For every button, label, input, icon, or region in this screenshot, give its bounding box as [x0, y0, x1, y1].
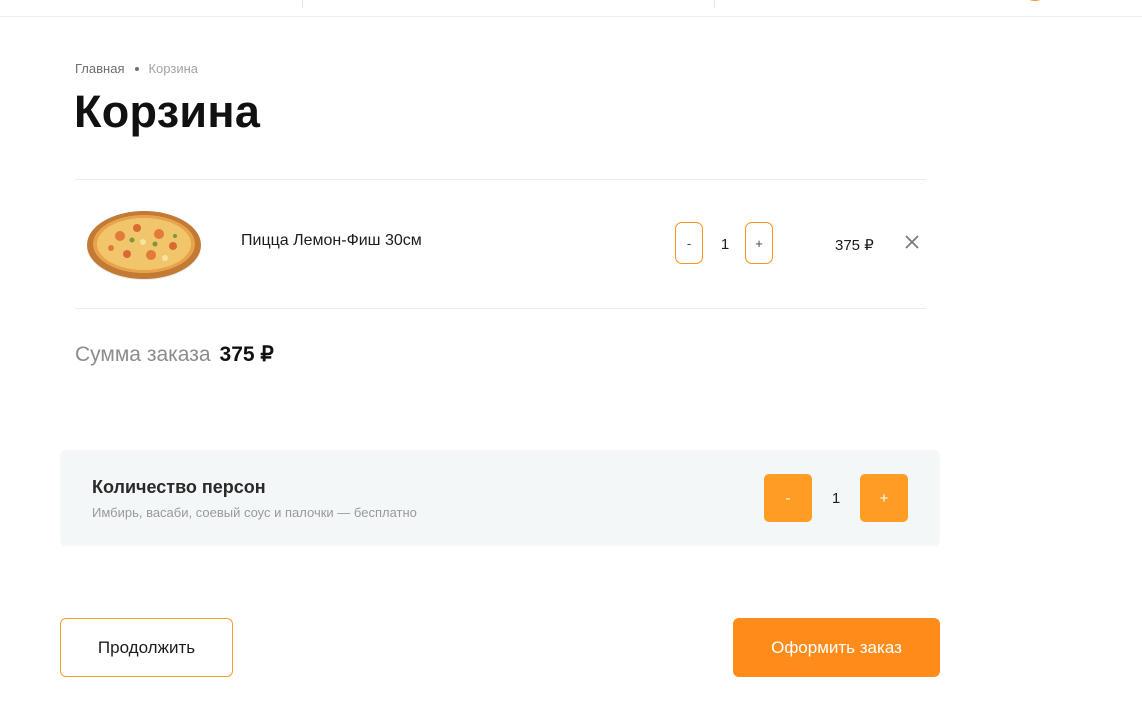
item-quantity: 1 — [720, 235, 730, 253]
breadcrumb-home-link[interactable]: Главная — [75, 61, 124, 76]
nav-divider — [714, 0, 715, 8]
persons-panel: Количество персон Имбирь, васаби, соевый… — [60, 450, 940, 546]
decrease-persons-button[interactable]: - — [764, 474, 812, 522]
decrease-quantity-button[interactable]: - — [675, 222, 703, 264]
pizza-image — [87, 211, 201, 280]
cart-item: Пицца Лемон-Фиш 30см - 1 + 375 ₽ — [75, 180, 926, 308]
breadcrumb: Главная Корзина — [75, 61, 198, 76]
nav-divider — [302, 0, 303, 8]
place-order-button[interactable]: Оформить заказ — [733, 618, 940, 677]
persons-subtitle: Имбирь, васаби, соевый соус и палочки — … — [92, 505, 417, 520]
increase-persons-button[interactable]: + — [860, 474, 908, 522]
persons-title: Количество персон — [92, 477, 266, 497]
order-total: Сумма заказа 375 ₽ — [75, 342, 274, 367]
order-total-value: 375 ₽ — [219, 343, 274, 366]
close-icon[interactable] — [902, 232, 922, 252]
divider — [75, 308, 926, 309]
header-accent-badge[interactable] — [1020, 0, 1050, 1]
order-total-label: Сумма заказа — [75, 343, 211, 366]
page-title: Корзина — [74, 86, 261, 137]
continue-shopping-button[interactable]: Продолжить — [60, 618, 233, 677]
increase-quantity-button[interactable]: + — [745, 222, 773, 264]
cart-item-price: 375 ₽ — [835, 237, 874, 254]
breadcrumb-current: Корзина — [148, 61, 199, 76]
top-navigation-bar — [0, 0, 1142, 17]
cart-item-name[interactable]: Пицца Лемон-Фиш 30см — [241, 232, 422, 250]
breadcrumb-separator — [135, 66, 140, 71]
persons-count: 1 — [831, 489, 841, 507]
